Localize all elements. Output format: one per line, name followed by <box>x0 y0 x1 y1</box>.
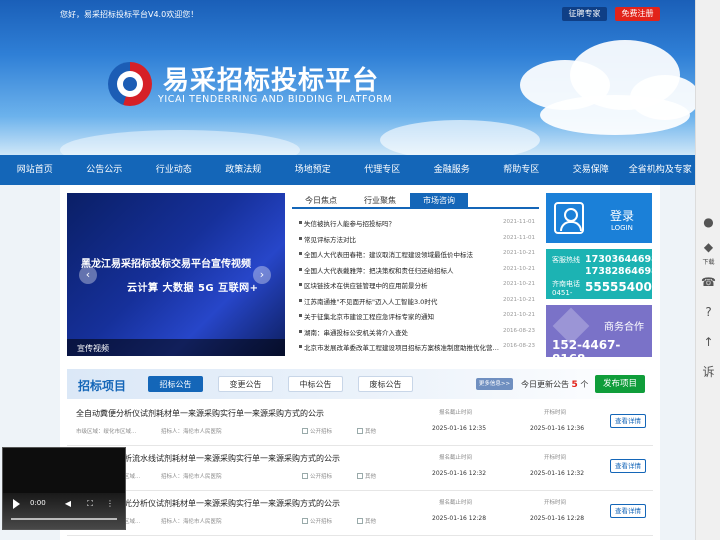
brand-name-en: YICAI TENDERRING AND BIDDING PLATFORM <box>158 94 393 105</box>
list-item[interactable]: 常见评标方法对比 2021-11-01 <box>296 231 539 247</box>
banner-next-icon[interactable]: › <box>253 266 271 284</box>
more-info-button[interactable]: 更多信息>> <box>476 378 513 390</box>
list-item[interactable]: 关于征集北京市建设工程应急评标专家的通知 2021-10-21 <box>296 308 539 324</box>
header-banner: 您好，易采招标投标平台V4.0欢迎您！ 征聘专家 免费注册 易采招标投标平台 Y… <box>0 0 720 155</box>
free-register-button[interactable]: 免费注册 <box>615 7 660 21</box>
list-item[interactable]: 全国人大代表田春艳：建议取消工程建设领域最低价中标法 2021-10-21 <box>296 246 539 262</box>
promo-video-banner[interactable]: 黑龙江易采招标投标交易平台宣传视频 云计算 大数据 5G 互联网+ ‹ › 宣传… <box>67 193 285 356</box>
project-title[interactable]: 析流水线试剂耗材单一来源采购实行单一来源采购方式的公示 <box>124 453 340 464</box>
today-update-count: 今日更新公告 5 个 <box>521 380 589 390</box>
back-to-top-icon[interactable]: ↑ <box>701 335 716 350</box>
welcome-text: 您好，易采招标投标平台V4.0欢迎您！ <box>60 10 199 19</box>
category-icon <box>357 473 363 479</box>
view-details-button[interactable]: 查看详情 <box>610 504 646 518</box>
floating-video-player[interactable]: 0:00 ◀ ⛶ ⋮ <box>2 447 126 530</box>
tab-market-consult[interactable]: 市场咨询 <box>410 193 468 209</box>
publish-project-button[interactable]: 发布项目 <box>595 375 645 393</box>
list-item[interactable]: 北京市发展改革委改革工程建设项目招标方案核准制度助推优化营商环境 2016-08-… <box>296 339 539 355</box>
nav-institutions-experts[interactable]: 全省机构及专家 <box>626 155 696 185</box>
banner-caption: 宣传视频 <box>77 344 109 353</box>
complaint-icon[interactable]: 诉 <box>701 365 716 380</box>
user-icon <box>554 202 584 234</box>
main-nav: 网站首页 公告公示 行业动态 政策法规 场地预定 代理专区 金融服务 帮助专区 … <box>0 155 695 185</box>
tab-change-notice[interactable]: 变更公告 <box>218 376 273 392</box>
list-item[interactable]: 失信被执行人能参与招投标吗？ 2021-11-01 <box>296 215 539 231</box>
area-code: 0451- <box>552 289 573 297</box>
news-list: 失信被执行人能参与招投标吗？ 2021-11-01 常见评标方法对比 2021-11… <box>296 215 539 355</box>
method-icon <box>302 518 308 524</box>
table-row[interactable]: 全自动糞便分析仪试剂耗材单一来源采购实行单一来源采购方式的公示 市级区域：绥化市… <box>67 402 653 446</box>
nav-industry-news[interactable]: 行业动态 <box>139 155 209 185</box>
method-icon <box>302 428 308 434</box>
nav-agency[interactable]: 代理专区 <box>348 155 418 185</box>
banner-prev-icon[interactable]: ‹ <box>79 266 97 284</box>
city-phone-label: 齐南电话 <box>552 280 580 288</box>
city-phone-number: 55555400 <box>585 280 652 294</box>
question-icon[interactable]: ? <box>701 305 716 320</box>
customer-service-icon[interactable]: ● <box>701 215 716 230</box>
nav-home[interactable]: 网站首页 <box>0 155 70 185</box>
banner-subtitle: 云计算 大数据 5G 互联网+ <box>127 283 259 294</box>
play-icon[interactable] <box>13 499 20 509</box>
brand-name: 易采招标投标平台 <box>163 66 380 96</box>
fullscreen-icon[interactable]: ⛶ <box>85 499 95 509</box>
download-label[interactable]: 下载 <box>696 257 720 266</box>
video-progress-bar[interactable] <box>11 518 117 520</box>
list-item[interactable]: 全国人大代表戴雅萍：把决策权和责任归还给招标人 2021-10-21 <box>296 262 539 278</box>
view-details-button[interactable]: 查看详情 <box>610 459 646 473</box>
nav-guarantee[interactable]: 交易保障 <box>556 155 626 185</box>
banner-caption-bar: 宣传视频 <box>67 339 285 356</box>
table-row[interactable]: 析流水线试剂耗材单一来源采购实行单一来源采购方式的公示 区域... 招标人：海伦… <box>67 447 653 491</box>
hotline-number-1: 17303644698 <box>585 254 658 265</box>
brand-logo-core <box>123 77 137 91</box>
nav-announcements[interactable]: 公告公示 <box>70 155 140 185</box>
projects-header: 招标项目 招标公告 变更公告 中标公告 废标公告 更多信息>> 今日更新公告 5… <box>67 369 653 399</box>
business-phone: 152-4467-8168 <box>552 338 621 366</box>
list-item[interactable]: 湖南：串通投标公安机关将介入查处 2016-08-23 <box>296 324 539 340</box>
login-label-en: LOGIN <box>611 224 633 232</box>
business-label: 商务合作 <box>604 322 644 333</box>
phone-icon[interactable]: ☎ <box>701 275 716 290</box>
nav-venue-booking[interactable]: 场地预定 <box>278 155 348 185</box>
top-bar: 您好，易采招标投标平台V4.0欢迎您！ 征聘专家 免费注册 <box>0 0 720 28</box>
project-title[interactable]: 光分析仪试剂耗材单一来源采购实行单一来源采购方式的公示 <box>124 498 340 509</box>
banner-title: 黑龙江易采招标投标交易平台宣传视频 <box>81 259 251 270</box>
projects-title: 招标项目 <box>78 379 127 393</box>
nav-help[interactable]: 帮助专区 <box>487 155 557 185</box>
login-card[interactable]: 登录 LOGIN <box>546 193 652 243</box>
service-hotline-label: 客服热线 <box>552 256 580 264</box>
hotline-card: 客服热线 17303644698 17382864698 齐南电话 0451- … <box>546 249 658 299</box>
list-item[interactable]: 区块链技术在供应链管理中的应用前景分析 2021-10-21 <box>296 277 539 293</box>
tab-today-focus[interactable]: 今日焦点 <box>292 193 350 209</box>
business-card: 商务合作 152-4467-8168 <box>546 305 652 366</box>
hotline-number-2: 17382864698 <box>585 266 658 277</box>
tab-abort-notice[interactable]: 废标公告 <box>358 376 413 392</box>
volume-icon[interactable]: ◀ <box>63 499 73 508</box>
tab-award-notice[interactable]: 中标公告 <box>288 376 343 392</box>
download-icon[interactable]: ◆ <box>701 240 716 255</box>
method-icon <box>302 473 308 479</box>
video-time: 0:00 <box>30 499 46 507</box>
right-float-rail: ● ◆ 下载 ☎ ? ↑ 诉 <box>695 0 720 540</box>
news-tabs: 今日焦点 行业聚焦 市场咨询 <box>292 193 539 209</box>
recruit-expert-button[interactable]: 征聘专家 <box>562 7 607 21</box>
nav-policies[interactable]: 政策法规 <box>209 155 279 185</box>
category-icon <box>357 518 363 524</box>
nav-finance[interactable]: 金融服务 <box>417 155 487 185</box>
more-options-icon[interactable]: ⋮ <box>105 499 115 508</box>
tab-industry-focus[interactable]: 行业聚焦 <box>351 193 409 209</box>
table-row[interactable]: 光分析仪试剂耗材单一来源采购实行单一来源采购方式的公示 区域... 招标人：海伦… <box>67 492 653 536</box>
tab-tender-notice[interactable]: 招标公告 <box>148 376 203 392</box>
list-item[interactable]: 江苏南通推"不见面开标"迈入人工智能3.0时代 2021-10-21 <box>296 293 539 309</box>
view-details-button[interactable]: 查看详情 <box>610 414 646 428</box>
login-label: 登录 <box>610 209 635 223</box>
category-icon <box>357 428 363 434</box>
project-title[interactable]: 全自动糞便分析仪试剂耗材单一来源采购实行单一来源采购方式的公示 <box>76 408 324 419</box>
